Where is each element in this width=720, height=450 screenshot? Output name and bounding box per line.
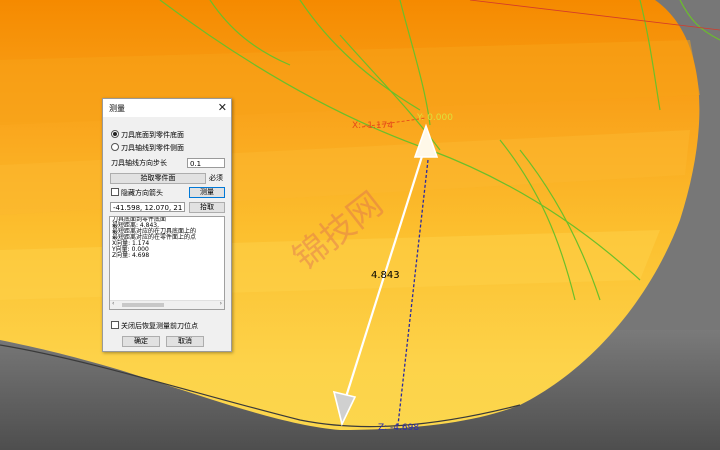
must-label: 必须 bbox=[209, 174, 223, 182]
ok-button[interactable]: 确定 bbox=[122, 336, 160, 347]
distance-label: 4.843 bbox=[371, 270, 400, 281]
radio-selected-icon[interactable] bbox=[111, 130, 119, 138]
z-coordinate-label: Z: -4.698 bbox=[378, 423, 420, 433]
checkbox-icon[interactable] bbox=[111, 188, 119, 196]
step-input[interactable]: 0.1 bbox=[187, 158, 225, 168]
cancel-button[interactable]: 取消 bbox=[166, 336, 204, 347]
measure-button[interactable]: 测量 bbox=[189, 187, 225, 198]
measure-dialog: 测量 ✕ 刀具底面到零件底面 刀具轴线到零件侧面 刀具轴线方向步长 0.1 拾取… bbox=[102, 98, 232, 352]
restore-checkbox[interactable]: 关闭后恢复测量前刀位点 bbox=[111, 321, 198, 331]
hide-arrow-checkbox[interactable]: 隐藏方向箭头 bbox=[111, 188, 163, 198]
close-icon[interactable]: ✕ bbox=[218, 101, 227, 114]
output-line: Z向量: 4.698 bbox=[112, 252, 150, 259]
checkbox-label: 关闭后恢复测量前刀位点 bbox=[121, 322, 198, 330]
checkbox-icon[interactable] bbox=[111, 321, 119, 329]
radio-unselected-icon[interactable] bbox=[111, 143, 119, 151]
scrollbar-thumb[interactable] bbox=[122, 303, 164, 307]
scroll-left-icon[interactable]: ‹ bbox=[112, 300, 114, 307]
x-coordinate-label: X: -1.174 bbox=[352, 121, 394, 131]
step-label: 刀具轴线方向步长 bbox=[111, 159, 167, 167]
pick-button[interactable]: 拾取 bbox=[189, 202, 225, 213]
dialog-title: 测量 bbox=[109, 104, 125, 113]
result-output[interactable]: 刀具底面到零件底面 最短距离: 4.843, 最短距离对应的在刀具底面上的 最短… bbox=[109, 216, 225, 310]
horizontal-scrollbar[interactable]: ‹ › bbox=[110, 300, 224, 309]
dialog-titlebar[interactable]: 测量 ✕ bbox=[103, 99, 231, 117]
radio-label: 刀具底面到零件底面 bbox=[121, 131, 184, 139]
coord-input[interactable]: -41.598, 12.070, 21 bbox=[110, 202, 185, 212]
scroll-right-icon[interactable]: › bbox=[220, 300, 222, 307]
pick-part-button[interactable]: 拾取零件面 bbox=[110, 173, 206, 184]
y-coordinate-label: Y: 0.000 bbox=[417, 113, 453, 123]
checkbox-label: 隐藏方向箭头 bbox=[121, 189, 163, 197]
radio-axis-to-side[interactable]: 刀具轴线到零件侧面 bbox=[111, 143, 184, 153]
radio-bottom-to-bottom[interactable]: 刀具底面到零件底面 bbox=[111, 130, 184, 140]
radio-label: 刀具轴线到零件侧面 bbox=[121, 144, 184, 152]
